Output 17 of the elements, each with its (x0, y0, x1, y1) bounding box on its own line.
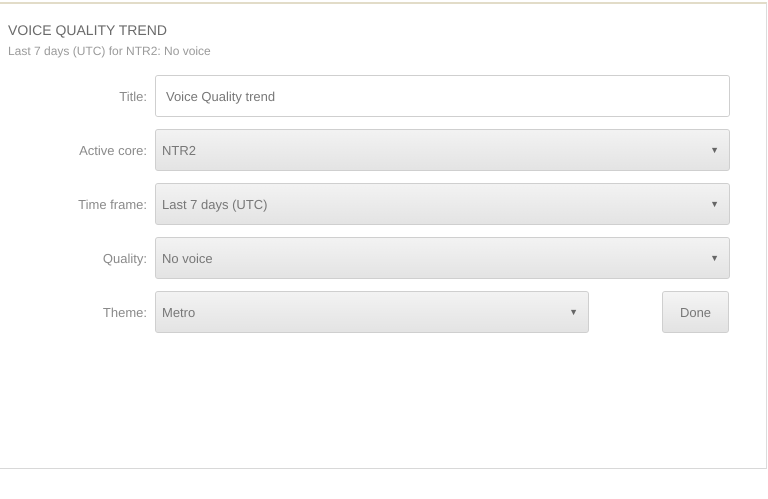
dropdown[interactable]: NTR2 ▼ (155, 129, 730, 171)
text-field[interactable]: Voice Quality trend (155, 75, 730, 117)
field-label: Quality: (102, 250, 148, 266)
field-label: Theme: (102, 304, 148, 320)
panel-title: VOICE QUALITY TREND (8, 22, 168, 38)
caret-icon: ▼ (569, 307, 578, 317)
field-label: Active core: (78, 142, 148, 158)
caret-icon: ▼ (710, 253, 719, 263)
caret-icon: ▼ (710, 145, 719, 155)
dropdown[interactable]: No voice ▼ (155, 237, 730, 279)
done-button[interactable]: Done (662, 291, 729, 333)
field-label: Time frame: (77, 196, 148, 212)
dropdown[interactable]: Metro ▼ (155, 291, 589, 333)
dropdown[interactable]: Last 7 days (UTC) ▼ (155, 183, 730, 225)
caret-icon: ▼ (710, 199, 719, 209)
panel-subtitle: Last 7 days (UTC) for NTR2: No voice (8, 44, 212, 58)
field-label: Title: (118, 88, 148, 104)
